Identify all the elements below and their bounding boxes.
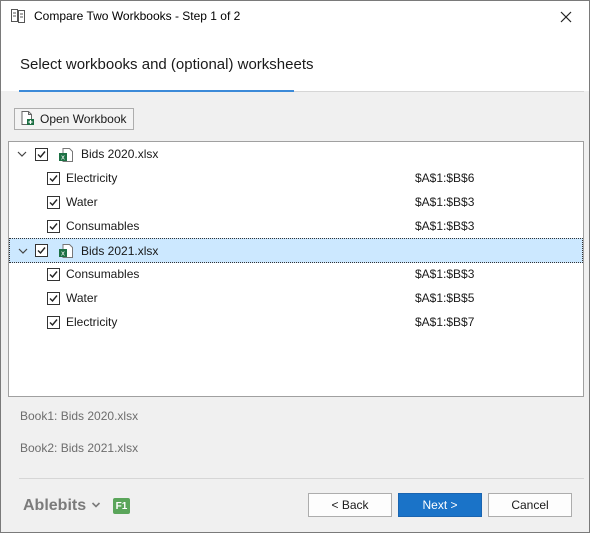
sheet-checkbox[interactable] xyxy=(47,268,60,281)
sheet-range: $A$1:$B$6 xyxy=(415,171,475,185)
chevron-down-icon[interactable] xyxy=(17,245,29,257)
svg-text:x: x xyxy=(61,154,65,162)
window-title: Compare Two Workbooks - Step 1 of 2 xyxy=(34,9,241,23)
back-button[interactable]: < Back xyxy=(308,493,392,517)
tree-row-sheet[interactable]: Consumables $A$1:$B$3 xyxy=(9,263,583,286)
tree-row-sheet[interactable]: Electricity $A$1:$B$7 xyxy=(9,311,583,334)
book2-summary: Book2: Bids 2021.xlsx xyxy=(20,441,139,455)
open-file-icon xyxy=(19,110,35,129)
workbook-checkbox[interactable] xyxy=(35,148,48,161)
excel-file-icon: x xyxy=(58,243,74,259)
close-icon xyxy=(560,11,572,22)
sheet-checkbox[interactable] xyxy=(47,220,60,233)
excel-file-icon: x xyxy=(58,147,74,163)
sheet-checkbox[interactable] xyxy=(47,172,60,185)
title-bar: Compare Two Workbooks - Step 1 of 2 xyxy=(1,1,589,32)
workbook-checkbox[interactable] xyxy=(35,244,48,257)
step-progress-line xyxy=(19,90,294,92)
sheet-name: Consumables xyxy=(66,219,140,233)
open-workbook-label: Open Workbook xyxy=(40,112,127,126)
sheet-range: $A$1:$B$7 xyxy=(415,315,475,329)
tree-row-workbook[interactable]: x Bids 2021.xlsx xyxy=(9,238,583,263)
sheet-name: Consumables xyxy=(66,267,140,281)
tree-row-sheet[interactable]: Water $A$1:$B$3 xyxy=(9,191,583,214)
help-button[interactable]: F1 xyxy=(113,498,130,514)
svg-text:x: x xyxy=(61,250,65,258)
sheet-name: Water xyxy=(66,291,98,305)
tree-row-sheet[interactable]: Electricity $A$1:$B$6 xyxy=(9,167,583,190)
close-button[interactable] xyxy=(543,1,589,32)
workbook-name: Bids 2021.xlsx xyxy=(81,244,159,258)
step-header: Select workbooks and (optional) workshee… xyxy=(1,32,589,91)
book1-summary: Book1: Bids 2020.xlsx xyxy=(20,409,139,423)
open-workbook-button[interactable]: Open Workbook xyxy=(14,108,134,130)
tree-row-workbook[interactable]: x Bids 2020.xlsx xyxy=(9,143,583,166)
sheet-checkbox[interactable] xyxy=(47,196,60,209)
brand-menu[interactable]: Ablebits xyxy=(23,497,101,515)
cancel-button[interactable]: Cancel xyxy=(488,493,572,517)
workbook-name: Bids 2020.xlsx xyxy=(81,147,159,161)
workbook-tree[interactable]: x Bids 2020.xlsx Electricity $A$1:$B$6 W… xyxy=(8,141,584,397)
sheet-name: Electricity xyxy=(66,171,118,185)
sheet-checkbox[interactable] xyxy=(47,316,60,329)
page-title: Select workbooks and (optional) workshee… xyxy=(20,56,314,73)
dialog-window: Compare Two Workbooks - Step 1 of 2 Sele… xyxy=(0,0,590,533)
chevron-down-icon[interactable] xyxy=(16,148,28,160)
tree-row-sheet[interactable]: Consumables $A$1:$B$3 xyxy=(9,215,583,238)
sheet-range: $A$1:$B$3 xyxy=(415,267,475,281)
sheet-name: Electricity xyxy=(66,315,118,329)
next-button[interactable]: Next > xyxy=(398,493,482,517)
compare-workbooks-icon xyxy=(10,8,26,24)
sheet-range: $A$1:$B$3 xyxy=(415,195,475,209)
sheet-range: $A$1:$B$5 xyxy=(415,291,475,305)
header-divider xyxy=(294,91,584,92)
footer-divider xyxy=(19,478,584,479)
sheet-name: Water xyxy=(66,195,98,209)
sheet-range: $A$1:$B$3 xyxy=(415,219,475,233)
sheet-checkbox[interactable] xyxy=(47,292,60,305)
brand-label: Ablebits xyxy=(23,497,87,514)
chevron-down-icon xyxy=(91,497,101,515)
tree-row-sheet[interactable]: Water $A$1:$B$5 xyxy=(9,287,583,310)
